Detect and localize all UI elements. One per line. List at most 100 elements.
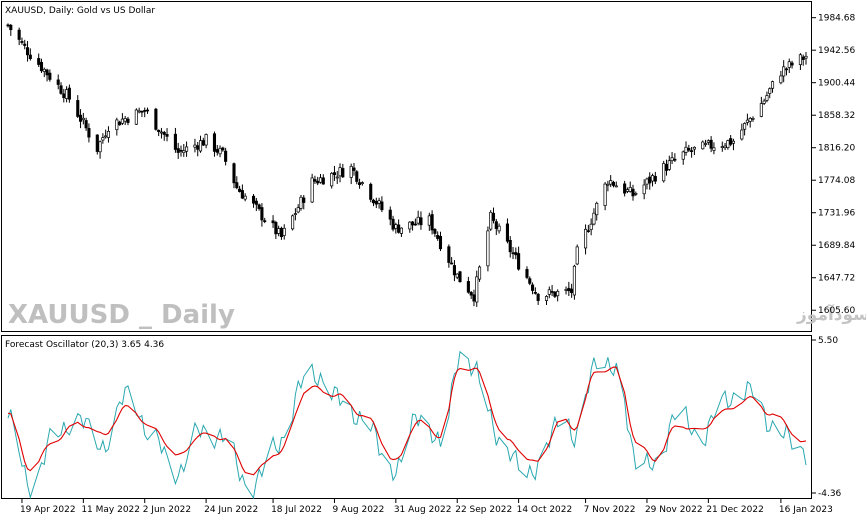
price-axis-label: 1689.84 [818,241,855,251]
candle-body [765,95,769,101]
candle-body [447,246,451,263]
candle-body [491,212,496,221]
indicator-axis: 5.50 -4.36 [812,336,842,499]
candle-body [140,110,144,113]
candle-body [17,29,21,40]
candle-body [238,188,242,192]
candle-body [517,253,521,270]
candle-body [78,114,83,122]
price-axis-label: 1900.44 [818,79,855,89]
candle-body [745,119,749,123]
candle-body [185,146,189,152]
time-axis-label: 31 Aug 2022 [394,505,452,515]
candle-body [572,265,576,296]
candle-body [614,185,618,188]
candle-body [667,160,671,170]
candle-body [293,213,297,215]
candle-body [157,129,161,132]
time-axis-label: 22 Sep 2022 [455,505,512,515]
candle-body [592,212,596,225]
candle-body [377,200,381,204]
trading-chart[interactable]: XAUUSD _ Daily انتشار در سایت سودآموز XA… [0,0,866,520]
time-axis-label: 21 Dec 2022 [706,505,764,515]
candle-body [723,145,727,149]
candle-body [709,139,713,149]
price-axis-label: 1984.68 [818,14,855,24]
candle-body [408,221,412,230]
candle-body [212,133,217,152]
candle-body [201,140,205,146]
candle-body [352,167,356,171]
time-axis-label: 7 Nov 2022 [584,505,636,515]
time-axis-label: 14 Oct 2022 [517,505,573,515]
candle-body [104,135,108,138]
time-axis-label: 2 Jun 2022 [143,505,191,515]
candle-body [455,273,459,278]
indicator-panel[interactable]: Forecast Oscillator (20,3) 3.65 4.36 [1,335,812,500]
candle-body [570,288,574,294]
candle-body [489,211,493,230]
candle-body [508,239,512,253]
candle-body [257,204,261,209]
time-axis-label: 29 Nov 2022 [645,505,703,515]
candle-body [768,88,772,94]
candle-body [6,24,10,27]
candle-body [198,140,203,152]
candle-body [595,202,599,216]
candle-body [338,167,342,177]
candle-body [413,223,417,226]
candle-body [341,168,345,178]
candle-body [302,197,306,203]
candle-body [497,225,501,232]
candle-body [118,121,122,126]
candle-body [101,137,105,141]
candle-body [65,89,69,99]
indicator-panel-frame [1,335,812,499]
candle-body [804,55,808,59]
candle-body [145,109,150,112]
candle-body [628,187,632,192]
candle-body [143,110,147,112]
candle-body [358,182,362,186]
candle-body [670,157,674,162]
candle-body [87,128,91,138]
candle-body [494,221,498,229]
price-axis-label: 1942.56 [818,46,855,56]
candle-body [182,150,186,154]
candle-body [25,47,30,56]
price-axis-label: 1647.72 [818,274,855,284]
candle-body [681,151,685,160]
candle-body [762,100,766,104]
candle-body [567,287,571,292]
candle-body [330,173,334,187]
candle-body [411,221,415,226]
candle-body [704,143,708,145]
candle-body [790,62,794,66]
candle-body [218,147,222,155]
candle-body [335,176,339,179]
candle-body [243,195,247,200]
candle-body [645,178,649,185]
time-axis-label: 9 Aug 2022 [332,505,384,515]
candle-body [277,228,281,234]
candle-body [23,43,27,46]
candle-body [514,252,518,256]
price-panel[interactable]: XAUUSD _ Daily انتشار در سایت سودآموز XA… [1,1,866,332]
candle-body [433,229,437,234]
candle-body [84,120,88,129]
candle-body [662,163,666,182]
candle-body [316,180,320,184]
candle-body [743,123,747,130]
candle-body [623,183,627,194]
candle-body [126,118,130,123]
candle-body [533,292,537,294]
candle-body [162,132,166,135]
candle-body [279,227,283,238]
candle-body [98,141,102,153]
candle-body [380,201,384,211]
candle-body [369,183,373,200]
candle-body [374,200,378,205]
candle-body [458,271,462,283]
candle-body [720,146,724,148]
candle-body [673,158,677,161]
